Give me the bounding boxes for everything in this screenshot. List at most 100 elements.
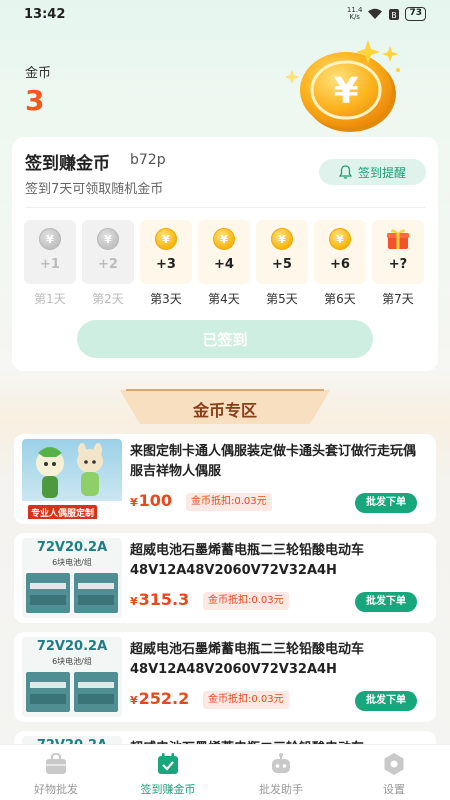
sign-reminder-button[interactable]: 签到提醒 [319,159,426,185]
settings-icon [384,753,404,775]
svg-text:¥: ¥ [333,71,358,112]
coin-deduct-badge: 金币抵扣:0.03元 [203,592,289,610]
notification-icon: B [389,8,400,20]
day-5: ¥ +5 第5天 [256,220,308,307]
day-4-amount: +4 [214,257,234,272]
silver-coin-icon: ¥ [97,228,119,250]
nav-item-wholesale[interactable]: 好物批发 [6,751,106,797]
day-7-label: 第7天 [382,292,414,306]
nav-item-sign-in[interactable]: 签到赚金币 [118,751,218,797]
sign-card-title: 签到赚金币 [25,154,110,174]
day-1: ¥ +1 第1天 [24,220,76,307]
day-7-amount: +? [388,257,408,272]
product-thumbnail: 72V20.2A 6块电池/组 [22,637,122,717]
battery-pack-image [26,573,118,613]
status-icons: 11.4 K/s B 73 [347,7,426,21]
day-6-box: ¥ +6 [314,220,366,284]
day-3: ¥ +3 第3天 [140,220,192,307]
gold-coin-icon: ¥ [271,228,293,250]
signed-button[interactable]: 已签到 [77,320,373,358]
day-4: ¥ +4 第4天 [198,220,250,307]
nav-label: 设置 [383,783,405,796]
robot-icon [272,753,290,773]
day-3-label: 第3天 [150,292,182,306]
day-3-box: ¥ +3 [140,220,192,284]
day-6-label: 第6天 [324,292,356,306]
product-thumbnail: 72V20.2A 6块电池/组 [22,538,122,618]
price-value: 252.2 [138,689,190,708]
gift-icon [387,229,409,249]
net-speed: 11.4 K/s [347,7,363,21]
day-7: +? 第7天 [372,220,424,307]
product-price: ¥315.3 [130,590,189,609]
wholesale-order-button[interactable]: 批发下单 [355,691,417,711]
gold-coin-icon: ¥ [155,228,177,250]
day-2-box: ¥ +2 [82,220,134,284]
product-price: ¥252.2 [130,689,189,708]
section-title: 金币专区 [192,401,257,420]
nav-label: 好物批发 [34,783,78,796]
day-2-amount: +2 [98,257,118,272]
status-bar: 13:42 11.4 K/s B 73 [0,0,450,30]
price-value: 100 [138,491,173,510]
wholesale-order-button[interactable]: 批发下单 [355,592,417,612]
day-1-box: ¥ +1 [24,220,76,284]
product-card[interactable]: 72V20.2A 6块电池/组 超威电池石墨烯蓄电瓶二三轮铅酸电动车48V12A… [14,533,436,623]
product-title: 超威电池石墨烯蓄电瓶二三轮铅酸电动车48V12A48V2060V72V32A4H [130,642,365,677]
net-speed-unit: K/s [349,13,360,21]
battery-indicator: 73 [405,7,426,21]
product-card[interactable]: 72V20.2A 6块电池/组 超威电池石墨烯蓄电瓶二三轮铅酸电动车48V12A… [14,632,436,722]
nav-item-assistant[interactable]: 批发助手 [231,751,331,797]
thumbnail-subcaption: 6块电池/组 [52,657,92,666]
thumbnail-caption: 72V20.2A [36,540,108,555]
sign-reminder-label: 签到提醒 [357,165,406,180]
bag-icon [46,752,66,774]
calendar-check-icon [158,753,178,774]
currency-symbol: ¥ [130,595,138,608]
thumbnail-caption: 专业人偶服定制 [28,505,98,519]
page: 13:42 11.4 K/s B 73 金币 3 ¥ 签到赚金币 b72p 签到… [0,0,450,800]
day-1-label: 第1天 [34,292,66,306]
sign-card-subtitle: 签到7天可领取随机金币 [25,182,164,197]
product-title: 来图定制卡通人偶服装定做卡通头套订做行走玩偶服吉祥物人偶服 [130,444,417,479]
nav-label: 签到赚金币 [140,783,196,796]
bottom-nav: 好物批发 签到赚金币 批发助手 设置 [0,744,450,800]
day-6-amount: +6 [330,257,350,272]
day-1-amount: +1 [40,257,60,272]
nav-label: 批发助手 [259,783,303,796]
silver-coin-icon: ¥ [39,228,61,250]
thumbnail-caption: 72V20.2A [36,639,108,654]
product-card[interactable]: 专业人偶服定制 来图定制卡通人偶服装定做卡通头套订做行走玩偶服吉祥物人偶服 ¥1… [14,434,436,524]
day-7-box: +? [372,220,424,284]
nav-item-settings[interactable]: 设置 [344,751,444,797]
day-4-label: 第4天 [208,292,240,306]
product-thumbnail: 专业人偶服定制 [22,439,122,519]
svg-text:B: B [392,11,398,20]
day-5-amount: +5 [272,257,292,272]
day-6: ¥ +6 第6天 [314,220,366,307]
day-3-amount: +3 [156,257,176,272]
day-2-label: 第2天 [92,292,124,306]
day-5-label: 第5天 [266,292,298,306]
day-4-box: ¥ +4 [198,220,250,284]
battery-pack-image [26,672,118,712]
day-5-box: ¥ +5 [256,220,308,284]
sign-card-code: b72p [130,152,166,168]
coin-label: 金币 [25,66,52,81]
status-time: 13:42 [24,7,66,22]
gold-coin-icon: ¥ [329,228,351,250]
coin-deduct-badge: 金币抵扣:0.03元 [186,493,272,511]
gold-coin-icon: ¥ [286,40,400,132]
sign-in-card: 签到赚金币 b72p 签到7天可领取随机金币 签到提醒 ¥ +1 第1天 ¥ +… [12,137,438,371]
wifi-icon [368,8,383,19]
coin-deduct-badge: 金币抵扣:0.03元 [203,691,289,709]
section-banner: 金币专区 [120,388,330,428]
divider [25,207,425,208]
coin-count: 3 [25,84,45,117]
product-price: ¥100 [130,491,172,510]
bell-icon [338,165,352,179]
wholesale-order-button[interactable]: 批发下单 [355,493,417,513]
product-title: 超威电池石墨烯蓄电瓶二三轮铅酸电动车48V12A48V2060V72V32A4H [130,543,365,578]
day-2: ¥ +2 第2天 [82,220,134,307]
price-value: 315.3 [138,590,190,609]
